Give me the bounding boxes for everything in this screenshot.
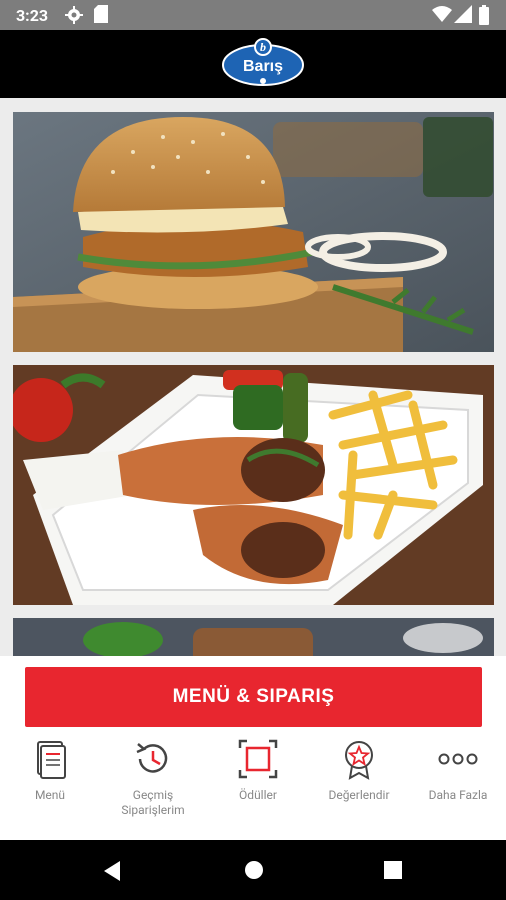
nav-label-menu: Menü [34,788,66,802]
bottom-nav: Menü Geçmiş Siparişlerim Ödüller Değerle… [0,738,506,828]
history-clock-icon [103,738,203,780]
battery-icon [478,5,490,29]
nav-label-rate: Değerlendir [328,788,390,802]
promo-card-burger[interactable] [13,112,494,352]
menu-book-icon [0,738,100,780]
crispy-chicken-burger-photo [13,112,494,352]
nav-label-rewards: Ödüller [239,788,277,802]
system-navigation-bar [0,840,506,900]
rating-badge-icon [309,738,409,780]
recents-square-icon[interactable] [384,861,402,883]
rewards-frame-icon [208,738,308,780]
nav-label-order-history: Geçmiş Siparişlerim [121,788,185,817]
wifi-icon [432,5,452,27]
nav-item-order-history[interactable]: Geçmiş Siparişlerim [103,738,203,818]
status-time: 3:23 [16,6,49,25]
nav-item-more[interactable]: Daha Fazla [408,738,506,803]
doner-wrap-with-fries-photo [13,365,494,605]
menu-order-button[interactable]: MENÜ & SIPARIŞ [25,667,482,727]
home-circle-icon[interactable] [244,860,264,884]
sd-card-icon [94,5,108,27]
partial-food-photo [13,618,494,656]
status-bar: 3:23 [0,0,506,30]
app-header: b Barış [0,30,506,98]
baris-logo: b Barış [222,38,304,88]
promo-card-partial[interactable] [13,618,494,656]
settings-gear-icon [64,5,84,29]
svg-text:b: b [260,40,266,54]
promo-list[interactable] [0,98,506,656]
more-dots-icon [408,738,506,780]
logo-text: Barış [243,58,283,75]
nav-label-more: Daha Fazla [428,788,488,802]
cell-signal-icon [454,5,472,27]
nav-item-rewards[interactable]: Ödüller [208,738,308,803]
nav-item-rate[interactable]: Değerlendir [309,738,409,803]
bottom-panel: MENÜ & SIPARIŞ Menü Geçmiş Siparişlerim … [0,656,506,840]
promo-card-doner[interactable] [13,365,494,605]
back-triangle-icon[interactable] [102,860,122,886]
nav-item-menu[interactable]: Menü [0,738,100,803]
